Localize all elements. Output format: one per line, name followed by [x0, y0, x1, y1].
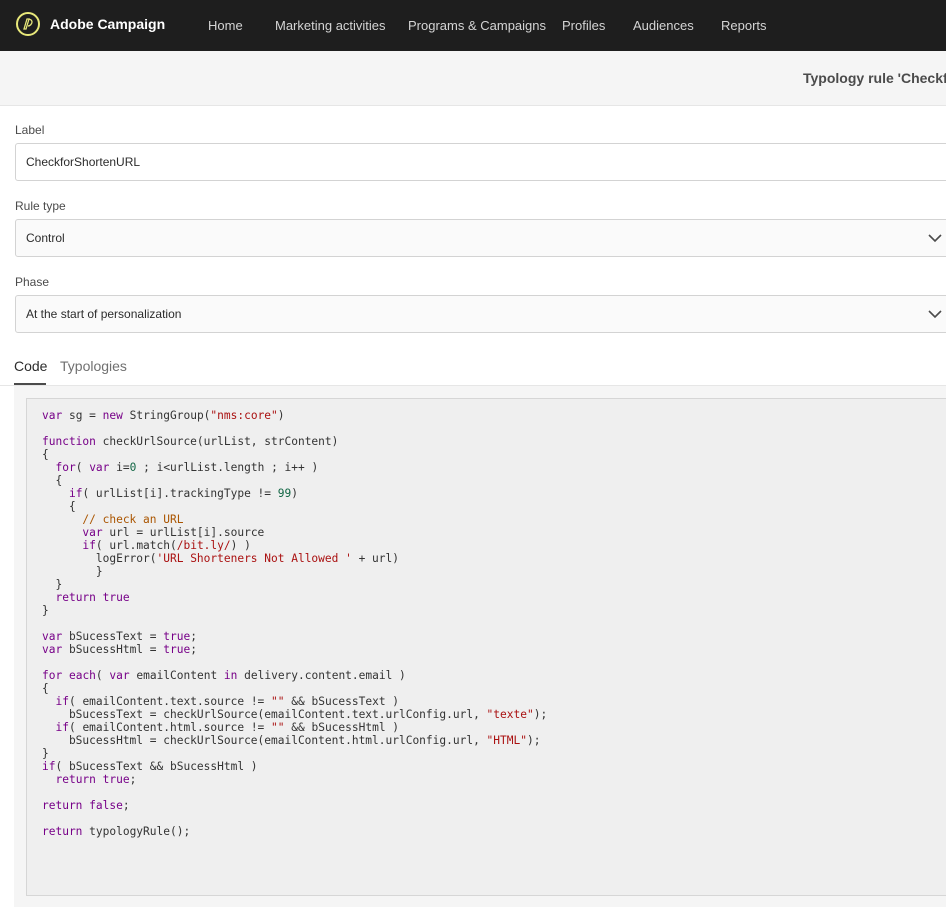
code-line: }	[42, 578, 63, 591]
nav-item-reports[interactable]: Reports	[721, 18, 767, 33]
phase-select[interactable]: At the start of personalization	[15, 295, 946, 333]
rule-type-caption: Rule type	[15, 199, 66, 213]
code-line: }	[42, 747, 49, 760]
code-line: return true	[55, 591, 130, 604]
code-line: if( emailContent.text.source != "" && bS…	[55, 695, 400, 708]
phase-value: At the start of personalization	[26, 307, 182, 321]
code-line: {	[42, 474, 63, 487]
code-line: if( bSucessText && bSucessHtml )	[42, 760, 258, 773]
code-line: return true;	[55, 773, 137, 786]
nav-item-audiences[interactable]: Audiences	[633, 18, 694, 33]
code-line: logError('URL Shorteners Not Allowed ' +…	[42, 552, 399, 565]
code-line: return false;	[42, 799, 130, 812]
code-line: if( urlList[i].trackingType != 99)	[68, 487, 298, 500]
code-line: for( var i=0 ; i<urlList.length ; i++ )	[55, 461, 319, 474]
code-line: var url = urlList[i].source	[82, 526, 265, 539]
code-line: }	[42, 604, 49, 617]
code-line: bSucessHtml = checkUrlSource(emailConten…	[42, 734, 541, 747]
label-caption: Label	[15, 123, 45, 137]
top-nav-bar: Adobe Campaign Home Marketing activities…	[0, 0, 946, 51]
code-line: if( url.match(/bit.ly/) )	[82, 539, 251, 552]
code-line: var sg = new StringGroup("nms:core")	[42, 409, 285, 422]
code-line: function checkUrlSource(urlList, strCont…	[42, 435, 339, 448]
code-line: {	[42, 448, 49, 461]
label-input[interactable]: CheckforShortenURL	[15, 143, 946, 181]
chevron-down-icon[interactable]	[927, 230, 943, 246]
code-line: for each( var emailContent in delivery.c…	[42, 669, 406, 682]
code-line: return typologyRule();	[42, 825, 191, 838]
code-content[interactable]: var sg = new StringGroup("nms:core") fun…	[42, 409, 547, 838]
code-line: var bSucessText = true;	[42, 630, 197, 643]
page-header: Typology rule 'Checkfor	[0, 51, 946, 106]
page-title: Typology rule 'Checkfor	[803, 70, 946, 86]
phase-caption: Phase	[15, 275, 50, 289]
nav-item-programs-campaigns[interactable]: Programs & Campaigns	[408, 18, 546, 33]
nav-item-home[interactable]: Home	[208, 18, 243, 33]
code-line: }	[42, 565, 103, 578]
code-line: if( emailContent.html.source != "" && bS…	[55, 721, 400, 734]
nav-item-profiles[interactable]: Profiles	[562, 18, 605, 33]
nav-item-marketing-activities[interactable]: Marketing activities	[275, 18, 386, 33]
code-line: var bSucessHtml = true;	[42, 643, 197, 656]
rule-type-value: Control	[26, 231, 65, 245]
chevron-down-icon[interactable]	[927, 306, 943, 322]
tab-typologies[interactable]: Typologies	[60, 358, 127, 374]
code-line: // check an URL	[42, 513, 184, 526]
tab-code[interactable]: Code	[14, 358, 47, 374]
code-line: {	[42, 682, 49, 695]
code-line: {	[42, 500, 76, 513]
adobe-campaign-logo-icon[interactable]	[16, 12, 40, 36]
code-editor[interactable]: var sg = new StringGroup("nms:core") fun…	[26, 398, 946, 896]
rule-type-select[interactable]: Control	[15, 219, 946, 257]
label-input-value: CheckforShortenURL	[26, 155, 141, 169]
brand-name[interactable]: Adobe Campaign	[50, 16, 165, 32]
code-line: bSucessText = checkUrlSource(emailConten…	[42, 708, 548, 721]
